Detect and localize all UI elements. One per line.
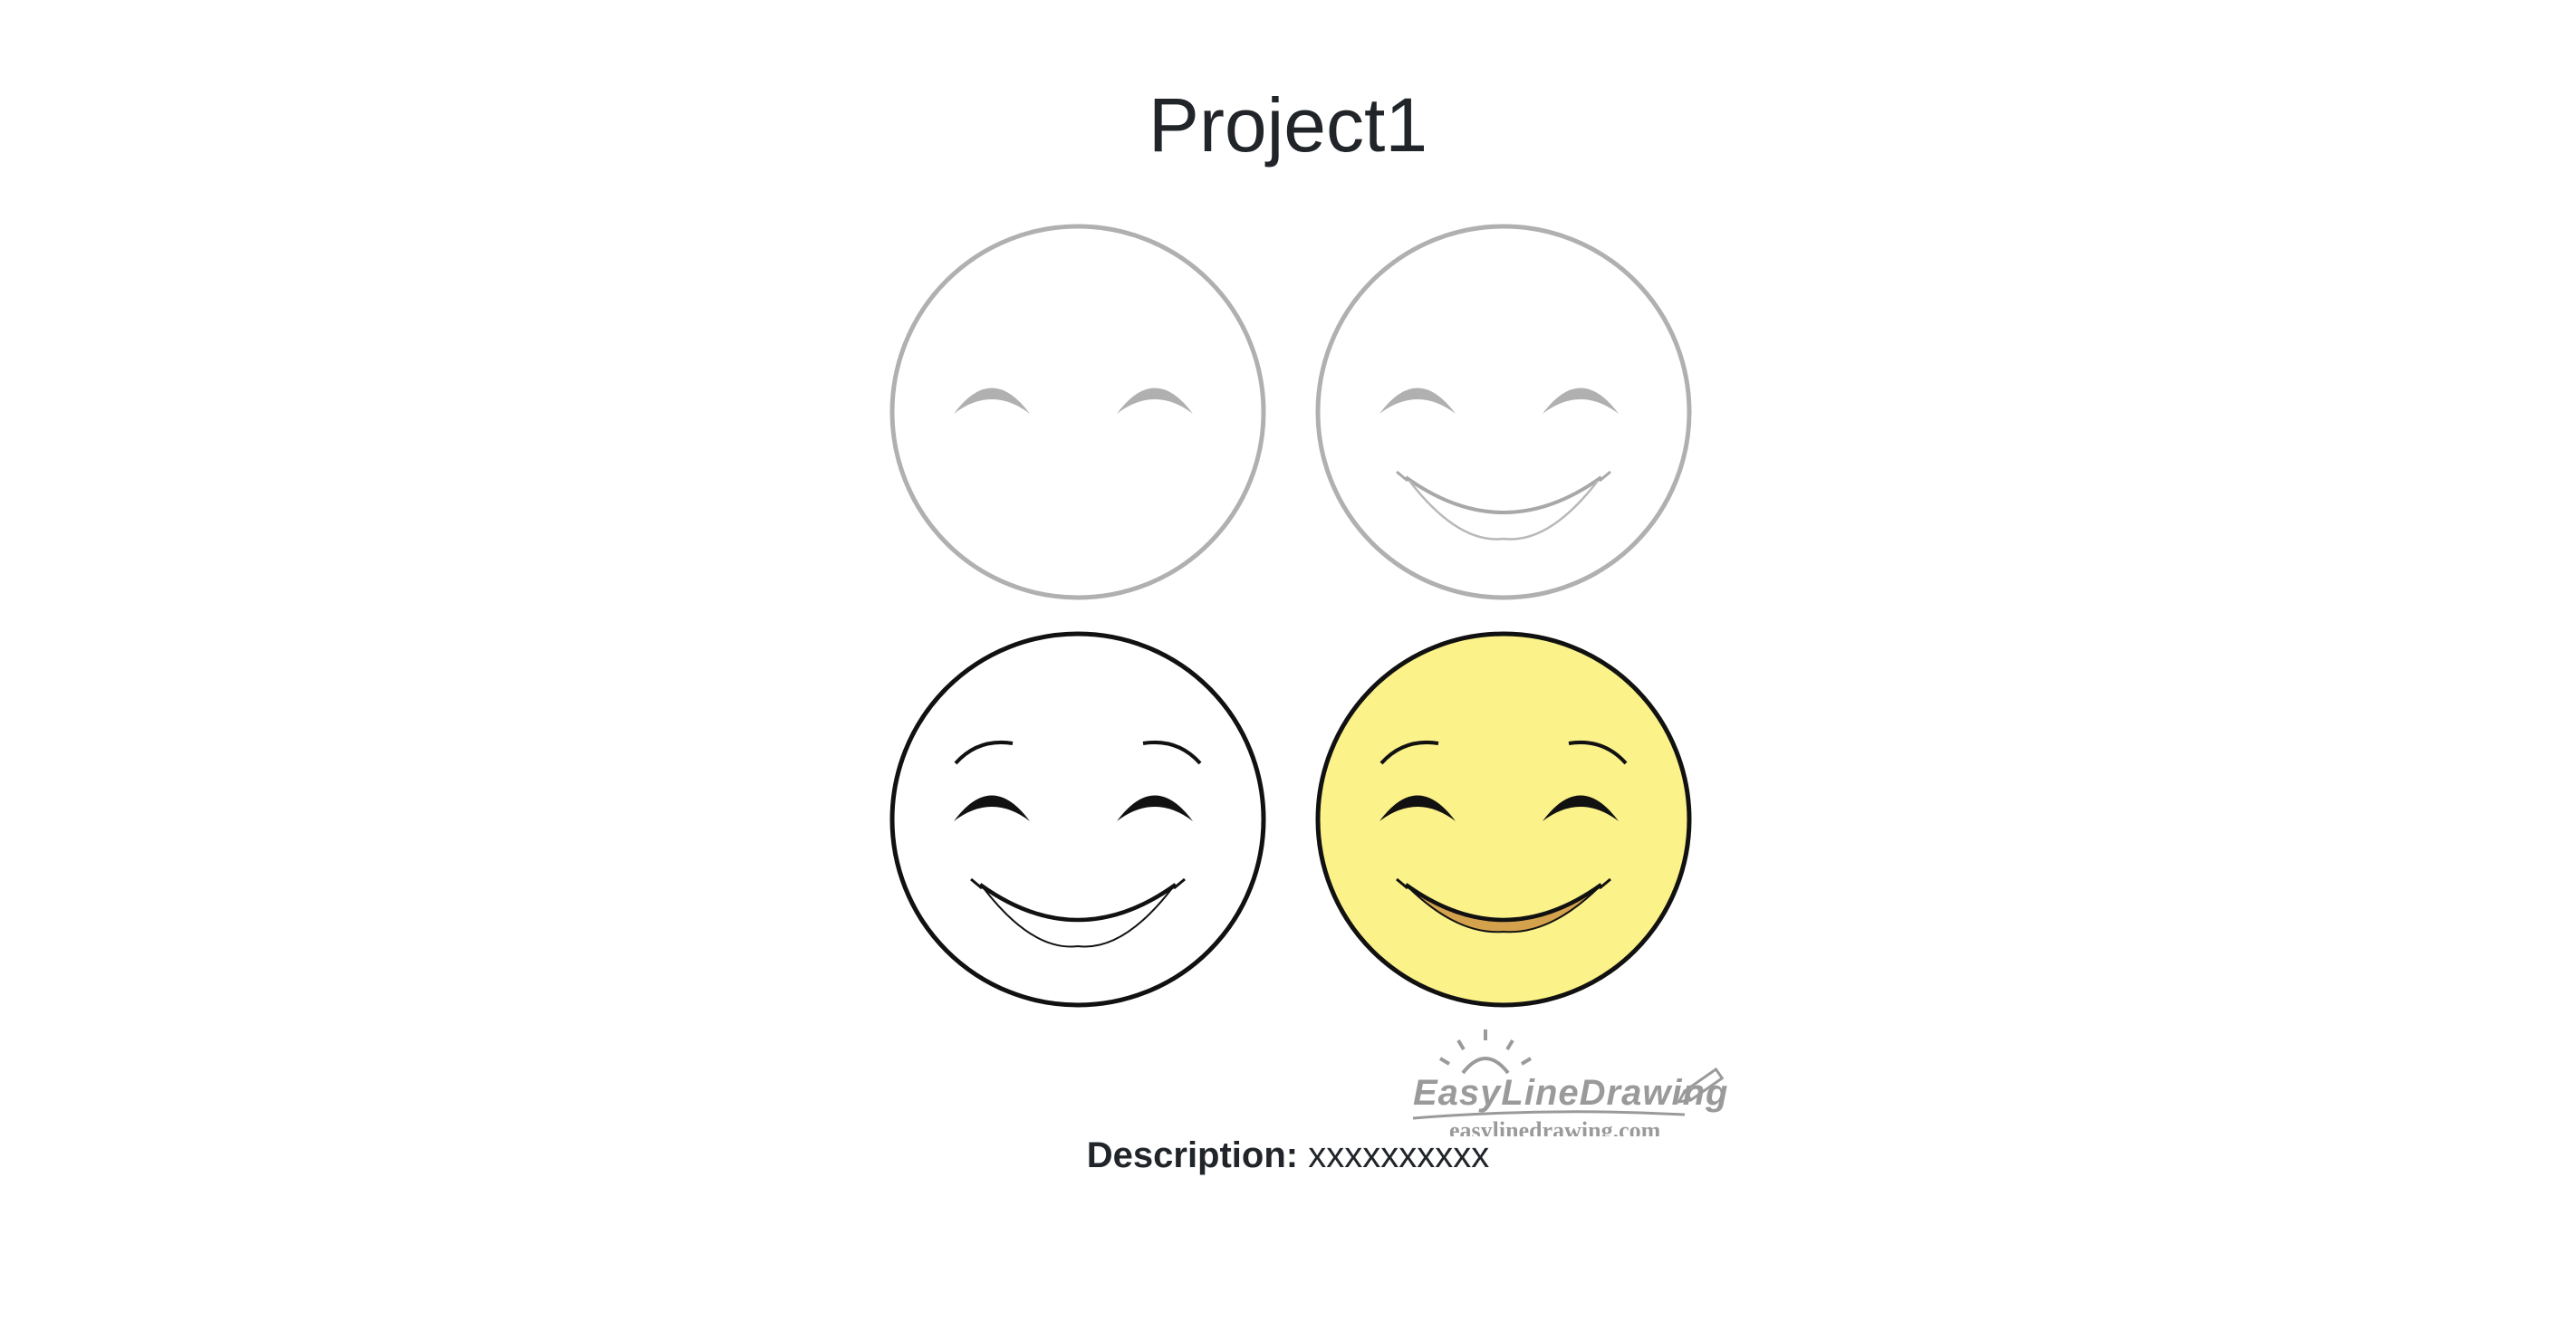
- watermark-brand: EasyLineDrawing: [1413, 1073, 1728, 1113]
- sun-icon: [1438, 1029, 1533, 1075]
- smiley-step-1-icon: [889, 224, 1266, 600]
- description: Description: xxxxxxxxxx: [0, 1135, 2576, 1176]
- smiley-step-3-icon: [889, 631, 1266, 1008]
- smiley-step-4-icon: [1315, 631, 1692, 1008]
- watermark-logo: EasyLineDrawing easylinedrawing.com: [1412, 1029, 1728, 1136]
- smiley-step-2-icon: [1315, 224, 1692, 600]
- description-value: xxxxxxxxxx: [1308, 1135, 1490, 1175]
- watermark-url: easylinedrawing.com: [1449, 1117, 1661, 1136]
- page-title: Project1: [1148, 82, 1428, 168]
- page: Project1 EasyLineDrawing easylinedrawing…: [0, 0, 2576, 1331]
- smiley-drawing-steps-image: EasyLineDrawing easylinedrawing.com: [889, 224, 1728, 1136]
- description-label: Description:: [1086, 1135, 1299, 1175]
